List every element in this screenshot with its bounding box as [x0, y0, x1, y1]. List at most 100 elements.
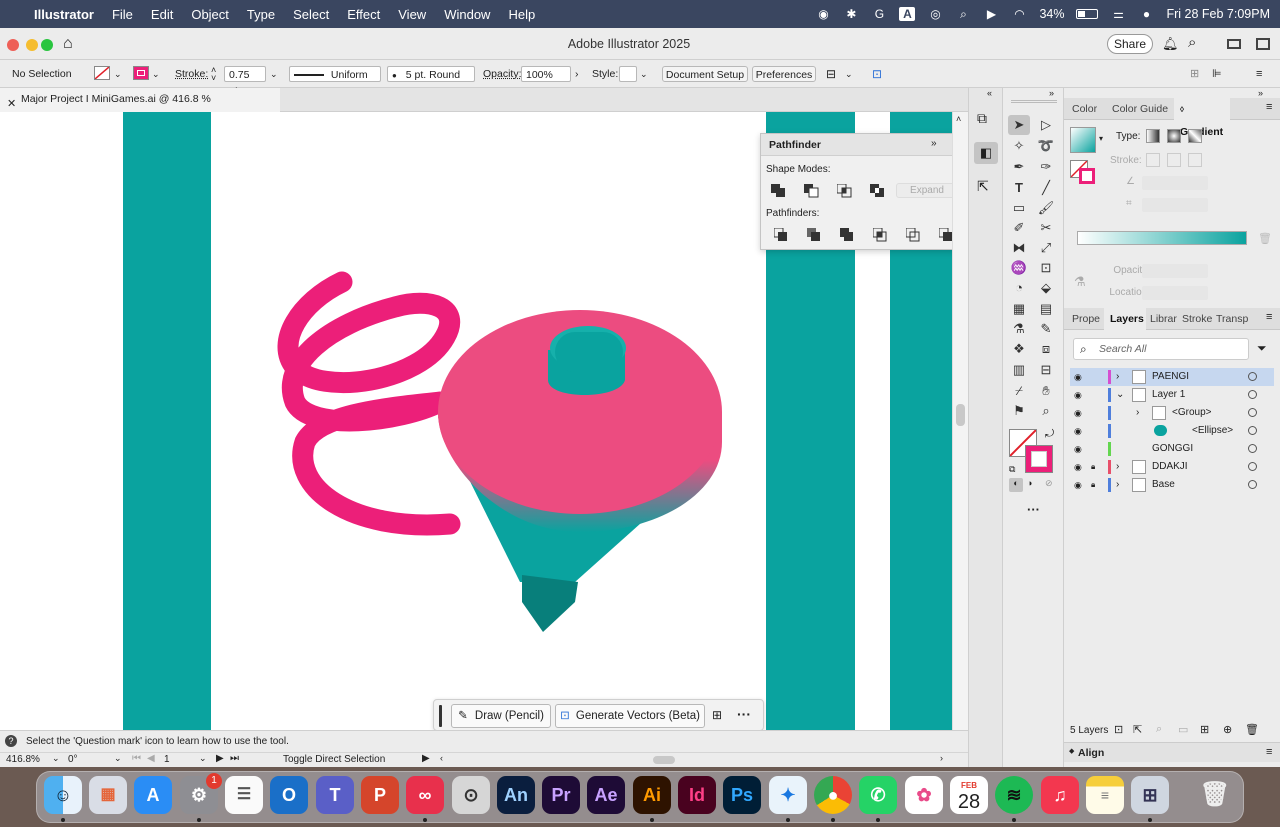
slice-tool-icon[interactable]: ⌿	[1008, 381, 1030, 401]
expand-layer-icon[interactable]: ›	[1136, 404, 1139, 422]
layers-filter-icon[interactable]: ⏷	[1257, 341, 1267, 356]
music-icon[interactable]: ♫	[1041, 776, 1079, 814]
merge-button[interactable]	[840, 228, 856, 242]
align-panel-header[interactable]: ◆ Align ≡	[1064, 742, 1280, 762]
reminders-icon[interactable]: ☰	[225, 776, 263, 814]
layer-row[interactable]: ◉ › <Group>	[1070, 404, 1274, 422]
layer-row[interactable]: ◉ <Ellipse>	[1070, 422, 1274, 440]
artboards-panel-icon[interactable]: ⧉	[977, 110, 987, 127]
indesign-icon[interactable]: Id	[678, 776, 716, 814]
calendar-icon[interactable]: FEB 28	[950, 776, 988, 814]
trim-button[interactable]	[807, 228, 823, 242]
direct-selection-tool-icon[interactable]: ▷	[1035, 115, 1057, 135]
lock-icon[interactable]: 🔒︎	[1091, 458, 1095, 476]
eyedropper-tool-icon[interactable]: ⚗	[1008, 319, 1030, 339]
magic-wand-tool-icon[interactable]: ✧	[1008, 136, 1030, 156]
shaper-tool-icon[interactable]: ✐	[1008, 218, 1030, 238]
arrange-dropdown-icon[interactable]: ⌄	[845, 66, 853, 82]
rectangle-tool-icon[interactable]: ▭	[1008, 198, 1030, 218]
layer-row[interactable]: ◉ GONGGI	[1070, 440, 1274, 458]
expand-button[interactable]: Expand	[896, 183, 958, 198]
trash-icon[interactable]: 🗑︎	[1196, 776, 1234, 814]
siri-icon[interactable]: ●	[1138, 7, 1154, 21]
scale-tool-icon[interactable]: ⤢	[1035, 238, 1057, 258]
menu-edit[interactable]: Edit	[142, 7, 182, 22]
vertical-scrollbar[interactable]: ˄ ˅	[952, 112, 968, 752]
color-mode-icon[interactable]: ◐	[1009, 478, 1023, 492]
gradient-angle-input[interactable]	[1142, 176, 1208, 190]
layers-search-field[interactable]: ⌕ Search All	[1073, 338, 1249, 360]
minus-front-button[interactable]	[804, 184, 820, 198]
hscroll-thumb[interactable]	[653, 756, 675, 764]
collapse-layer-icon[interactable]: ⌄	[1116, 386, 1124, 404]
target-circle-icon[interactable]	[1248, 426, 1257, 435]
spotify-icon[interactable]: ≋	[995, 776, 1033, 814]
bluetooth-icon[interactable]: ✱	[843, 7, 859, 21]
opacity-input[interactable]: 100%	[521, 66, 571, 82]
layer-row[interactable]: ◉ › PAENGI	[1070, 368, 1274, 386]
visibility-eye-icon[interactable]: ◉	[1074, 368, 1082, 386]
artboard-number[interactable]: 1	[164, 754, 170, 765]
lasso-tool-icon[interactable]: ➰	[1035, 136, 1057, 156]
target-circle-icon[interactable]	[1248, 444, 1257, 453]
scroll-right-icon[interactable]: ›	[940, 753, 943, 763]
layer-name[interactable]: Base	[1152, 476, 1175, 494]
align-panel-menu-icon[interactable]: ≡	[1266, 746, 1272, 758]
fill-dropdown-icon[interactable]: ⌄	[114, 66, 122, 82]
stop-opacity-input[interactable]	[1142, 264, 1208, 278]
stroke-weight-dropdown-icon[interactable]: ⌄	[270, 66, 278, 82]
linear-gradient-icon[interactable]	[1146, 129, 1160, 143]
toolbox-collapse-icon[interactable]: »	[1049, 88, 1054, 98]
more-options-icon[interactable]: ···	[737, 706, 751, 722]
visibility-eye-icon[interactable]: ◉	[1074, 476, 1082, 494]
pen-tool-icon[interactable]: ✒	[1008, 157, 1030, 177]
tab-libraries[interactable]: Librar	[1150, 308, 1177, 330]
target-circle-icon[interactable]	[1248, 480, 1257, 489]
gradient-mode-icon[interactable]: ◑	[1027, 478, 1032, 488]
arrange-documents-icon[interactable]: ⊟	[826, 66, 836, 82]
tab-stroke[interactable]: Stroke	[1182, 308, 1212, 330]
after-effects-icon[interactable]: Ae	[587, 776, 625, 814]
gradient-preview-swatch[interactable]	[1070, 127, 1096, 153]
menu-window[interactable]: Window	[435, 7, 499, 22]
new-sublayer-icon[interactable]: ⊞	[1200, 723, 1209, 736]
layer-row[interactable]: ◉ ⌄ Layer 1	[1070, 386, 1274, 404]
radial-gradient-icon[interactable]	[1167, 129, 1181, 143]
zoom-level[interactable]: 416.8%	[6, 754, 40, 765]
distribute-icon[interactable]: ⊫	[1212, 66, 1222, 82]
type-tool-icon[interactable]: T	[1008, 178, 1030, 198]
tab-color-guide[interactable]: Color Guide	[1112, 98, 1168, 120]
delete-layer-icon[interactable]: 🗑︎	[1245, 723, 1259, 736]
expand-layer-icon[interactable]: ›	[1116, 458, 1119, 476]
stroke-across-icon[interactable]	[1188, 153, 1202, 167]
menu-help[interactable]: Help	[499, 7, 544, 22]
gradient-eyedropper-icon[interactable]: ⚗	[1074, 274, 1086, 290]
taskbar-handle[interactable]	[439, 705, 442, 727]
color-panel-menu-icon[interactable]: ≡	[1266, 101, 1272, 113]
preferences-button[interactable]: Preferences	[752, 66, 816, 82]
align-icon[interactable]: ⊞	[1190, 66, 1199, 82]
photos-icon[interactable]: ✿	[905, 776, 943, 814]
gradient-tool-icon[interactable]: ▤	[1035, 299, 1057, 319]
tab-gradient[interactable]: ◊ Gradient	[1174, 98, 1230, 138]
preview-icon[interactable]: ⊞	[1131, 776, 1169, 814]
swap-colors-icon[interactable]: ⤾	[1045, 428, 1054, 441]
document-tab[interactable]: ✕ Major Project I MiniGames.ai @ 416.8 %…	[0, 88, 280, 127]
share-button[interactable]: Share	[1107, 34, 1153, 54]
zoom-tool-icon[interactable]: ⌕	[1035, 401, 1057, 421]
first-artboard-icon[interactable]: ⏮	[132, 753, 141, 764]
notes-icon[interactable]: ≡	[1086, 776, 1124, 814]
graph-tool-icon[interactable]: ▥	[1008, 360, 1030, 380]
tab-layers[interactable]: Layers	[1104, 308, 1146, 330]
line-tool-icon[interactable]: ╱	[1035, 178, 1057, 198]
generate-vectors-button[interactable]: ⊡ Generate Vectors (Beta)	[555, 704, 705, 728]
artboard-dropdown-icon[interactable]: ⌄	[199, 753, 207, 764]
collapse-dock-icon[interactable]: «	[987, 88, 992, 98]
help-question-icon[interactable]: ?	[5, 735, 17, 747]
battery-icon[interactable]	[1076, 9, 1099, 19]
fill-swatch[interactable]	[94, 66, 110, 80]
stop-location-input[interactable]	[1142, 286, 1208, 300]
toggle-direct-selection[interactable]: Toggle Direct Selection	[283, 754, 385, 765]
target-circle-icon[interactable]	[1248, 462, 1257, 471]
play-icon[interactable]: ▶	[983, 7, 999, 21]
